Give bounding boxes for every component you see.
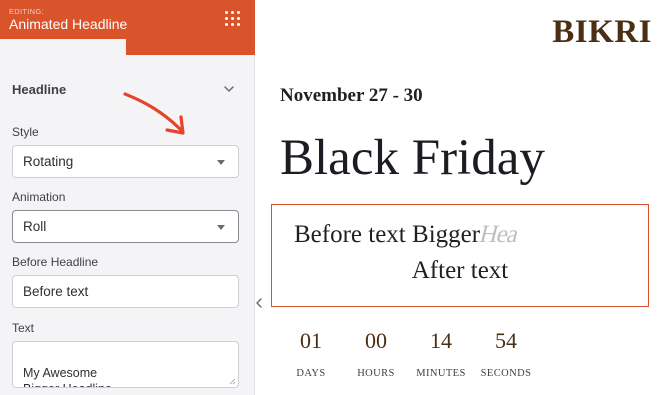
- before-headline-value: Before text: [23, 284, 89, 299]
- annotation-arrow-icon: [123, 92, 185, 135]
- event-date: November 27 - 30: [280, 85, 423, 106]
- style-select[interactable]: Rotating: [12, 145, 239, 178]
- header-tab-extension: [126, 39, 255, 55]
- animation-select[interactable]: Roll: [12, 210, 239, 243]
- editing-eyebrow: EDITING:: [9, 7, 44, 16]
- section-title-headline[interactable]: Headline: [12, 82, 66, 97]
- editor-header: EDITING: Animated Headline: [0, 0, 255, 39]
- countdown-days: 01 DAYS: [276, 328, 346, 379]
- countdown-hours-value: 00: [365, 328, 387, 353]
- before-headline-input[interactable]: Before text: [12, 275, 239, 308]
- style-select-value: Rotating: [23, 154, 74, 169]
- rolling-word: Bigger: [412, 221, 481, 248]
- main-headline: Black Friday: [280, 130, 545, 186]
- caret-down-icon: [217, 160, 225, 165]
- animated-headline-preview[interactable]: Before text BiggerHea After text: [271, 204, 649, 307]
- countdown-minutes-value: 14: [430, 328, 452, 353]
- rolling-word-tail: Hea: [476, 221, 521, 248]
- countdown-days-label: DAYS: [296, 368, 326, 379]
- editor-title: Animated Headline: [9, 16, 128, 32]
- animated-headline-line: Before text BiggerHea: [294, 221, 521, 249]
- brand-logo: BIKRI: [552, 14, 652, 50]
- before-headline-label: Before Headline: [12, 255, 99, 269]
- grid-dots-icon[interactable]: [225, 11, 242, 28]
- style-label: Style: [12, 125, 39, 139]
- text-textarea[interactable]: My Awesome Bigger Headline: [12, 341, 239, 388]
- countdown-seconds-value: 54: [495, 328, 517, 353]
- chevron-left-icon[interactable]: [254, 296, 265, 310]
- countdown-minutes-label: MINUTES: [416, 368, 466, 379]
- text-textarea-value: My Awesome Bigger Headline: [23, 366, 112, 387]
- chevron-down-icon[interactable]: [222, 82, 236, 96]
- countdown-seconds: 54 SECONDS: [471, 328, 541, 379]
- countdown-seconds-label: SECONDS: [480, 368, 532, 379]
- editor-sidebar: EDITING: Animated Headline Headline Styl…: [0, 0, 255, 395]
- after-text-line: After text: [272, 257, 648, 285]
- after-text: After text: [411, 257, 509, 284]
- caret-down-icon: [217, 225, 225, 230]
- before-text: Before text: [294, 221, 406, 248]
- countdown-hours-label: HOURS: [357, 368, 395, 379]
- countdown-hours: 00 HOURS: [341, 328, 411, 379]
- animation-label: Animation: [12, 190, 66, 204]
- countdown-days-value: 01: [300, 328, 322, 353]
- text-label: Text: [12, 321, 35, 335]
- animation-select-value: Roll: [23, 219, 47, 234]
- resize-handle-icon[interactable]: [229, 378, 236, 385]
- countdown-minutes: 14 MINUTES: [406, 328, 476, 379]
